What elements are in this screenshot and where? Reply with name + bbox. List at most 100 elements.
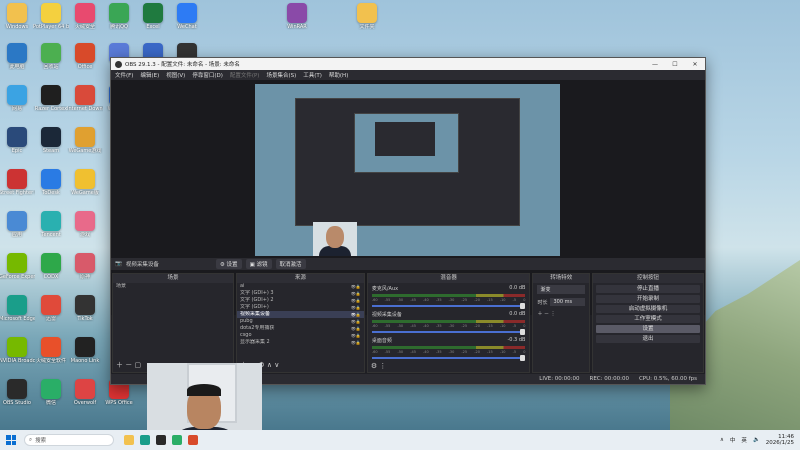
close-button[interactable]: ✕ bbox=[685, 61, 705, 68]
visibility-lock-icon[interactable]: 👁🔒 bbox=[351, 332, 364, 339]
desktop-icon[interactable]: 游戏 bbox=[68, 208, 102, 246]
desktop-icon[interactable]: GeForce Experience bbox=[0, 250, 35, 288]
volume-slider[interactable] bbox=[371, 303, 526, 309]
maximize-button[interactable]: ☐ bbox=[665, 61, 685, 68]
desktop-icon[interactable]: 微信 bbox=[34, 376, 68, 414]
desktop-icon[interactable]: 回收站 bbox=[34, 40, 68, 78]
source-item[interactable]: dota2专用捕获 👁🔒 bbox=[237, 325, 364, 332]
visibility-lock-icon[interactable]: 👁🔒 bbox=[351, 297, 364, 304]
start-button[interactable] bbox=[6, 435, 16, 445]
obs-titlebar[interactable]: OBS 29.1.3 - 配置文件: 未命名 - 场景: 未命名 — ☐ ✕ bbox=[111, 58, 705, 70]
desktop-icon[interactable]: WinRAR bbox=[280, 0, 314, 38]
desktop-icon[interactable]: PotPlayer 64 bit bbox=[33, 0, 69, 38]
desktop-icon[interactable]: Microsoft Edge bbox=[0, 292, 35, 330]
desktop-icon[interactable]: Tencent bbox=[34, 208, 68, 246]
source-item[interactable]: 文字 (GDI+) 👁🔒 bbox=[237, 304, 364, 311]
source-deactivate-button[interactable]: 取消激活 bbox=[275, 259, 306, 269]
volume-slider[interactable] bbox=[371, 329, 526, 335]
desktop-icon[interactable]: 火绒安全软件 bbox=[34, 334, 68, 372]
desktop-icon[interactable]: Office bbox=[68, 40, 102, 78]
source-item[interactable]: 文字 (GDI+) 3 👁🔒 bbox=[237, 290, 364, 297]
source-item[interactable]: csgo 👁🔒 bbox=[237, 332, 364, 339]
desktop-icon[interactable]: Steam bbox=[34, 124, 68, 162]
menu-item[interactable]: 帮助(H) bbox=[329, 71, 348, 79]
desktop-icon[interactable]: Windows bbox=[0, 0, 34, 38]
menu-item[interactable]: 配置文件(P) bbox=[230, 71, 260, 79]
mixer-footer[interactable]: ⚙ ⋮ bbox=[371, 362, 387, 370]
source-toolbar: 📷 视频采集设备 ⚙ 设置 ▣ 滤镜 取消激活 bbox=[111, 258, 705, 270]
transition-select[interactable]: 渐变 bbox=[537, 285, 585, 294]
clock[interactable]: 11:46 2026/1/25 bbox=[766, 434, 794, 446]
desktop-icon[interactable]: Razer Cortex bbox=[34, 82, 68, 120]
control-button[interactable]: 设置 bbox=[595, 325, 700, 333]
visibility-lock-icon[interactable]: 👁🔒 bbox=[351, 290, 364, 297]
desktop-icon[interactable]: OBS Studio bbox=[0, 376, 34, 414]
tray-lang[interactable]: 中 bbox=[730, 436, 736, 444]
visibility-lock-icon[interactable]: 👁🔒 bbox=[351, 283, 364, 290]
taskbar-edge-icon[interactable] bbox=[140, 435, 150, 445]
desktop-icon[interactable]: WeGame游戏 bbox=[68, 124, 102, 162]
desktop-icon[interactable]: Maono Link bbox=[68, 334, 102, 372]
tray-ime[interactable]: 英 bbox=[741, 436, 747, 444]
taskbar-obs-icon[interactable] bbox=[156, 435, 166, 445]
menu-item[interactable]: 工具(T) bbox=[303, 71, 322, 79]
source-settings-button[interactable]: ⚙ 设置 bbox=[215, 259, 242, 269]
desktop-icon[interactable]: WeChat bbox=[170, 0, 204, 38]
desktop-icon[interactable]: WeGame版 bbox=[68, 166, 102, 204]
source-item[interactable]: pubg 👁🔒 bbox=[237, 318, 364, 325]
desktop-icon[interactable]: 网易 bbox=[0, 82, 34, 120]
taskbar-search[interactable]: ⌕ 搜索 bbox=[24, 434, 114, 446]
taskbar-wechat-icon[interactable] bbox=[172, 435, 182, 445]
desktop-icon-label: WinRAR bbox=[287, 24, 307, 30]
desktop-icon[interactable]: 此电脑 bbox=[0, 40, 34, 78]
visibility-lock-icon[interactable]: 👁🔒 bbox=[351, 325, 364, 332]
control-button[interactable]: 启动虚拟摄像机 bbox=[595, 305, 700, 313]
visibility-lock-icon[interactable]: 👁🔒 bbox=[351, 318, 364, 325]
source-filters-button[interactable]: ▣ 滤镜 bbox=[245, 259, 272, 269]
volume-icon[interactable]: 🔈 bbox=[753, 437, 760, 443]
desktop-icon[interactable]: Epic bbox=[0, 124, 34, 162]
duration-input[interactable]: 300 ms bbox=[550, 298, 585, 306]
control-button[interactable]: 退出 bbox=[595, 335, 700, 343]
desktop-icon-label: 火绒安全软件 bbox=[35, 358, 66, 364]
desktop-icon[interactable]: 腾讯QQ bbox=[102, 0, 136, 38]
transition-buttons[interactable]: ＋ － ⋮ bbox=[533, 308, 589, 319]
visibility-lock-icon[interactable]: 👁🔒 bbox=[351, 339, 364, 346]
desktop-icon[interactable]: CODX bbox=[34, 250, 68, 288]
desktop-icon[interactable]: Street Fighter 6 bbox=[0, 166, 35, 204]
scale-tick: -35 bbox=[435, 350, 442, 354]
source-item[interactable]: 文字 (GDI+) 2 👁🔒 bbox=[237, 297, 364, 304]
source-item[interactable]: 视频采集设备 👁🔒 bbox=[236, 311, 364, 318]
minimize-button[interactable]: — bbox=[645, 61, 665, 68]
desktop-icon[interactable]: NVIDIA Broadcast bbox=[0, 334, 35, 372]
desktop-icon[interactable]: Internet Download bbox=[67, 82, 103, 120]
menu-item[interactable]: 视图(V) bbox=[166, 71, 185, 79]
source-item[interactable]: 显示器采集 2 👁🔒 bbox=[237, 339, 364, 346]
scene-item[interactable]: 场景 bbox=[113, 283, 233, 290]
control-button[interactable]: 工作室模式 bbox=[595, 315, 700, 323]
menu-item[interactable]: 场景集合(S) bbox=[266, 71, 296, 79]
desktop-icon[interactable]: 文件夹 bbox=[350, 0, 384, 38]
menu-item[interactable]: 停靠窗口(D) bbox=[192, 71, 223, 79]
desktop-icon[interactable]: TikTok bbox=[68, 292, 102, 330]
menu-item[interactable]: 文件(F) bbox=[115, 71, 133, 79]
taskbar-explorer-icon[interactable] bbox=[124, 435, 134, 445]
source-item[interactable]: ai 👁🔒 bbox=[237, 283, 364, 290]
taskbar-app-icon[interactable] bbox=[188, 435, 198, 445]
volume-slider[interactable] bbox=[371, 355, 526, 361]
control-button[interactable]: 停止直播 bbox=[595, 285, 700, 293]
tray-chevron-icon[interactable]: ∧ bbox=[720, 437, 724, 443]
desktop-icon[interactable]: 迅雷 bbox=[34, 292, 68, 330]
scenes-footer[interactable]: ＋ － ▢ bbox=[116, 360, 141, 370]
desktop-icon[interactable]: 火绒安全 bbox=[68, 0, 102, 38]
desktop-icon[interactable]: 原神 bbox=[68, 250, 102, 288]
control-button[interactable]: 开始录制 bbox=[595, 295, 700, 303]
preview-canvas[interactable] bbox=[255, 84, 560, 256]
desktop-icon[interactable]: Overwolf bbox=[68, 376, 102, 414]
visibility-lock-icon[interactable]: 👁🔒 bbox=[351, 304, 364, 311]
desktop-icon[interactable]: Excel bbox=[136, 0, 170, 38]
desktop-icon[interactable]: ToDesk bbox=[34, 166, 68, 204]
visibility-lock-icon[interactable]: 👁🔒 bbox=[351, 311, 364, 318]
menu-item[interactable]: 编辑(E) bbox=[140, 71, 159, 79]
desktop-icon[interactable]: 应用 bbox=[0, 208, 34, 246]
